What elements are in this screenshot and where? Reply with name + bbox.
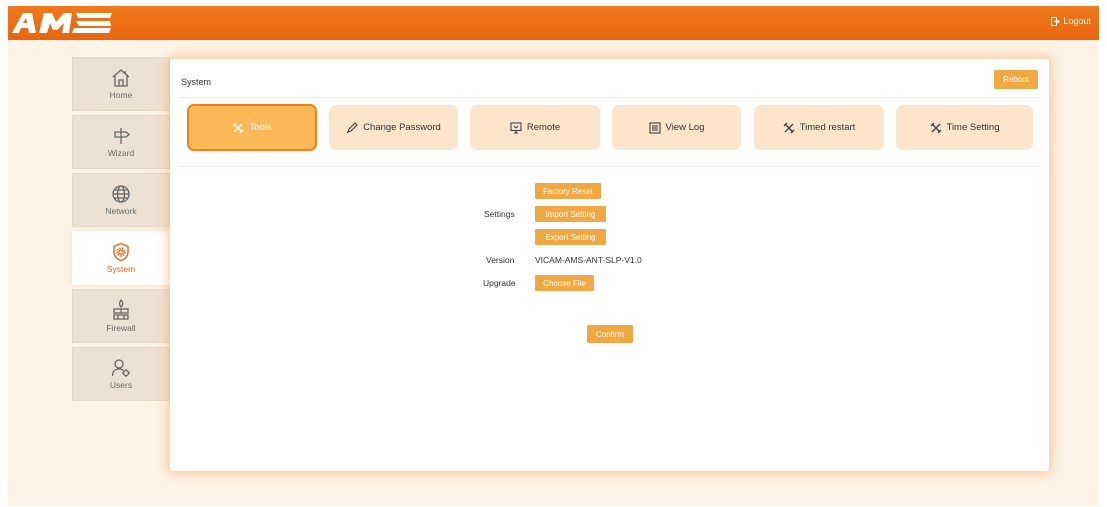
sidebar-item-users[interactable]: Users [72, 347, 170, 401]
sidebar-item-label: System [106, 264, 136, 274]
sidebar: Home Wizard Network System Firewall User… [72, 57, 170, 405]
tab-label: Tools [249, 122, 272, 133]
globe-icon [111, 184, 131, 206]
tab-label: View Log [665, 122, 705, 133]
sidebar-item-wizard[interactable]: Wizard [72, 115, 170, 169]
factory-reset-button[interactable]: Factory Reset [535, 183, 601, 199]
sidebar-item-home[interactable]: Home [72, 57, 170, 111]
sidebar-item-label: Home [109, 90, 133, 100]
tab-label: Time Setting [946, 122, 1000, 133]
import-setting-button[interactable]: Import Setting [535, 206, 606, 222]
pen-icon [346, 121, 358, 134]
version-value: VICAM-AMS-ANT-SLP-V1.0 [535, 255, 642, 265]
logout-button[interactable]: Logout [1051, 16, 1091, 26]
shield-gear-icon [111, 242, 131, 264]
tab-view-log[interactable]: View Log [612, 105, 741, 150]
logout-icon [1051, 16, 1061, 26]
tab-change-password[interactable]: Change Password [329, 105, 458, 150]
home-icon [111, 68, 131, 90]
version-label: Version [486, 255, 515, 265]
monitor-icon [510, 121, 522, 134]
tab-tools[interactable]: Tools [187, 104, 317, 151]
top-bar: Logout [8, 6, 1099, 40]
sidebar-item-label: Firewall [106, 323, 136, 333]
app-window: Logout Home Wizard Network System Firewa… [8, 6, 1099, 506]
choose-file-button[interactable]: Choose File [535, 275, 594, 291]
main-panel: System Reboot Tools Change Password Remo… [170, 59, 1049, 471]
log-icon [648, 121, 661, 134]
divider [178, 166, 1041, 167]
sidebar-item-system[interactable]: System [72, 231, 170, 285]
sidebar-item-network[interactable]: Network [72, 173, 170, 227]
logout-label: Logout [1063, 16, 1091, 26]
tab-label: Remote [526, 122, 561, 133]
settings-label: Settings [484, 209, 515, 219]
export-setting-button[interactable]: Export Setting [535, 229, 606, 245]
page-title: System [181, 77, 212, 87]
tab-time-setting[interactable]: Time Setting [896, 105, 1033, 150]
sidebar-item-label: Network [105, 206, 137, 216]
reboot-button[interactable]: Reboot [994, 70, 1038, 89]
confirm-button[interactable]: Confirm [587, 325, 633, 343]
sidebar-item-label: Users [109, 380, 133, 390]
tab-label: Change Password [363, 122, 441, 133]
tools-icon [930, 122, 942, 134]
tools-icon [783, 122, 795, 134]
tab-timed-restart[interactable]: Timed restart [754, 105, 884, 150]
ams-logo [12, 11, 116, 41]
users-icon [111, 358, 131, 380]
upgrade-label: Upgrade [483, 278, 516, 288]
firewall-icon [111, 299, 131, 323]
divider [178, 97, 1041, 98]
sidebar-item-label: Wizard [107, 148, 135, 158]
tools-icon [232, 122, 244, 134]
tab-label: Timed restart [799, 122, 856, 133]
signpost-icon [111, 126, 131, 148]
tab-remote[interactable]: Remote [470, 105, 600, 150]
sidebar-item-firewall[interactable]: Firewall [72, 289, 170, 343]
